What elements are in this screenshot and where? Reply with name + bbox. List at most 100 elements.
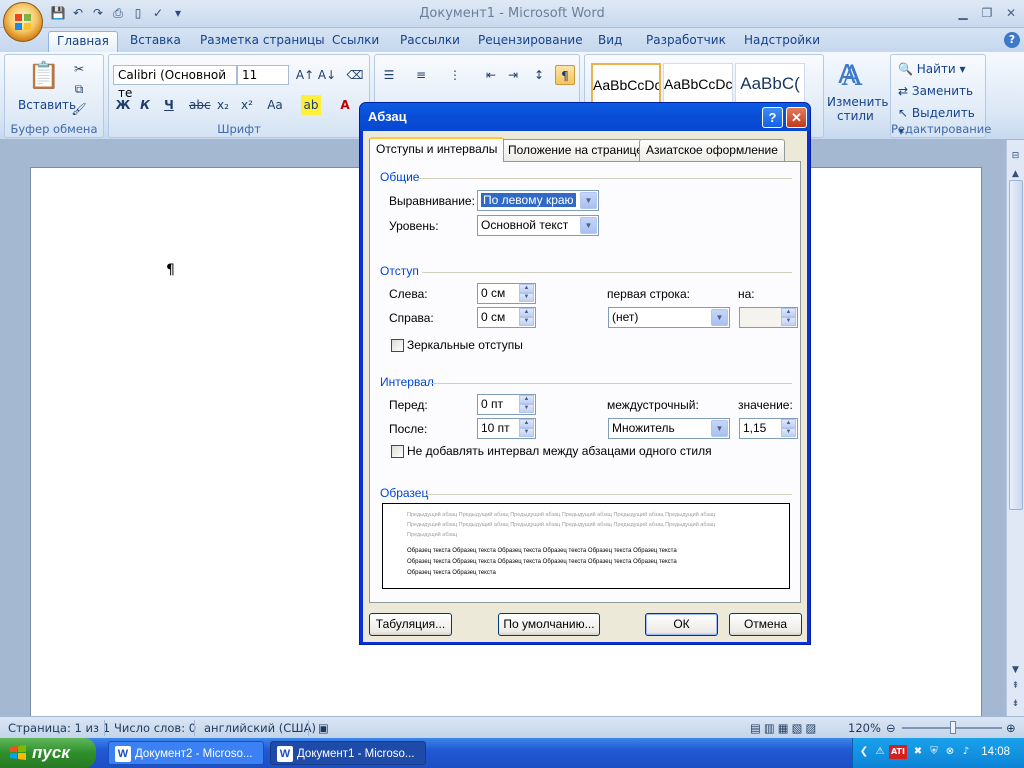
tray-antivirus-icon[interactable]: ✖ <box>911 745 925 759</box>
chevron-down-icon[interactable]: ▼ <box>711 309 728 326</box>
tab-insert[interactable]: Вставка <box>122 31 189 52</box>
spin-up-icon[interactable]: ▲ <box>519 284 534 293</box>
spin-down-icon[interactable]: ▼ <box>781 428 796 437</box>
scroll-thumb[interactable] <box>1009 180 1023 510</box>
change-case-icon[interactable]: Aa <box>265 95 285 115</box>
tab-references[interactable]: Ссылки <box>324 31 387 52</box>
set-default-button[interactable]: По умолчанию... <box>498 613 600 636</box>
show-marks-icon[interactable]: ¶ <box>555 65 575 85</box>
taskbar-item-document2[interactable]: W Документ2 - Microso... <box>108 741 264 765</box>
mirror-indents-label[interactable]: Зеркальные отступы <box>407 338 523 352</box>
spin-up-icon[interactable]: ▲ <box>781 308 796 317</box>
spin-up-icon[interactable]: ▲ <box>781 419 796 428</box>
zoom-slider-thumb[interactable] <box>950 721 956 734</box>
tab-addins[interactable]: Надстройки <box>736 31 828 52</box>
spin-down-icon[interactable]: ▼ <box>519 317 534 326</box>
cancel-button[interactable]: Отмена <box>729 613 802 636</box>
copy-icon[interactable]: ⧉ <box>69 79 89 99</box>
status-language[interactable]: английский (США) <box>204 721 316 735</box>
outline-level-select[interactable]: Основной текст ▼ <box>477 215 599 236</box>
chevron-down-icon[interactable]: ▼ <box>580 217 597 234</box>
tray-ati-icon[interactable]: ATI <box>889 745 907 759</box>
indent-left-spinner[interactable]: 0 см ▲ ▼ <box>477 283 536 304</box>
spin-down-icon[interactable]: ▼ <box>519 428 534 437</box>
spin-up-icon[interactable]: ▲ <box>519 395 534 404</box>
tab-asian-typography[interactable]: Азиатское оформление <box>639 139 785 161</box>
shrink-font-icon[interactable]: A↓ <box>317 65 337 85</box>
status-page[interactable]: Страница: 1 из 1 <box>8 721 110 735</box>
style-card-heading[interactable]: AaBbC( <box>735 63 805 107</box>
grow-font-icon[interactable]: A↑ <box>295 65 315 85</box>
subscript-icon[interactable]: x₂ <box>213 95 233 115</box>
highlight-icon[interactable]: ab <box>301 95 321 115</box>
spacing-after-spinner[interactable]: 10 пт ▲ ▼ <box>477 418 536 439</box>
superscript-icon[interactable]: x² <box>237 95 257 115</box>
indent-by-spinner[interactable]: ▲ ▼ <box>739 307 798 328</box>
alignment-select[interactable]: По левому краю ▼ <box>477 190 599 211</box>
spin-down-icon[interactable]: ▼ <box>519 293 534 302</box>
taskbar-item-document1[interactable]: W Документ1 - Microso... <box>270 741 426 765</box>
spacing-before-spinner[interactable]: 0 пт ▲ ▼ <box>477 394 536 415</box>
bold-icon[interactable]: Ж <box>113 95 133 115</box>
dialog-title-bar[interactable]: Абзац ? ✕ <box>360 103 810 131</box>
chevron-down-icon[interactable]: ▼ <box>711 420 728 437</box>
font-size-combo[interactable]: 11 <box>237 65 289 85</box>
spacing-value-spinner[interactable]: 1,15 ▲ ▼ <box>739 418 798 439</box>
tray-security-icon[interactable]: ⊗ <box>943 745 957 759</box>
zoom-level[interactable]: 120% <box>848 721 881 735</box>
multilevel-list-icon[interactable]: ⋮ <box>445 65 465 85</box>
spin-up-icon[interactable]: ▲ <box>519 419 534 428</box>
ruler-toggle-icon[interactable]: ⊟ <box>1007 148 1024 164</box>
status-words[interactable]: Число слов: 0 <box>114 721 196 735</box>
tray-shield-icon[interactable]: ⛨ <box>927 745 941 759</box>
font-color-icon[interactable]: A <box>335 95 355 115</box>
tab-indents-spacing[interactable]: Отступы и интервалы <box>369 137 505 162</box>
tabs-button[interactable]: Табуляция... <box>369 613 452 636</box>
chevron-down-icon[interactable]: ▼ <box>580 192 597 209</box>
help-icon[interactable]: ? <box>1004 32 1020 48</box>
tray-network-icon[interactable]: ⚠ <box>873 745 887 759</box>
start-button[interactable]: пуск <box>0 738 96 768</box>
tray-volume-icon[interactable]: ♪ <box>959 745 973 759</box>
restore-button[interactable]: ❐ <box>976 4 998 22</box>
spin-up-icon[interactable]: ▲ <box>519 308 534 317</box>
paste-icon[interactable]: 📋 <box>27 59 61 93</box>
clear-formatting-icon[interactable]: ⌫ <box>345 65 365 85</box>
numbering-icon[interactable]: ≡ <box>411 65 431 85</box>
scroll-down-icon[interactable]: ▼ <box>1007 662 1024 678</box>
macro-record-icon[interactable]: ▣ <box>318 721 329 735</box>
find-button[interactable]: 🔍 Найти ▾ <box>897 59 967 79</box>
close-window-button[interactable]: ✕ <box>1000 4 1022 22</box>
decrease-indent-icon[interactable]: ⇤ <box>481 65 501 85</box>
font-name-combo[interactable]: Calibri (Основной те <box>113 65 237 100</box>
tab-home[interactable]: Главная <box>48 31 118 52</box>
replace-button[interactable]: ⇄ Заменить <box>897 81 974 101</box>
styles-big-icon[interactable]: A <box>836 60 868 92</box>
underline-icon[interactable]: Ч <box>159 95 179 115</box>
vertical-scrollbar[interactable]: ⊟ ▲ ▼ ⇞ ⇟ <box>1006 140 1024 716</box>
ok-button[interactable]: ОК <box>645 613 718 636</box>
strikethrough-icon[interactable]: abc <box>189 95 211 115</box>
minimize-button[interactable]: ▁ <box>952 4 974 22</box>
zoom-in-icon[interactable]: ⊕ <box>1006 721 1016 735</box>
office-button[interactable] <box>3 2 43 42</box>
tab-developer[interactable]: Разработчик <box>638 31 734 52</box>
tray-expand-icon[interactable]: ❮ <box>857 745 871 759</box>
dialog-help-button[interactable]: ? <box>762 107 783 128</box>
line-spacing-select[interactable]: Множитель ▼ <box>608 418 730 439</box>
no-space-same-style-checkbox[interactable] <box>391 445 404 458</box>
style-card-normal[interactable]: AaBbCcDc <box>591 63 661 107</box>
increase-indent-icon[interactable]: ⇥ <box>503 65 523 85</box>
view-buttons-icon[interactable]: ▤▥▦▧▨ <box>750 721 819 735</box>
first-line-select[interactable]: (нет) ▼ <box>608 307 730 328</box>
dialog-close-button[interactable]: ✕ <box>786 107 807 128</box>
next-page-icon[interactable]: ⇟ <box>1007 696 1024 712</box>
italic-icon[interactable]: К <box>135 95 155 115</box>
tab-review[interactable]: Рецензирование <box>470 31 591 52</box>
spin-down-icon[interactable]: ▼ <box>781 317 796 326</box>
tab-mailings[interactable]: Рассылки <box>392 31 468 52</box>
tab-view[interactable]: Вид <box>590 31 630 52</box>
zoom-out-icon[interactable]: ⊖ <box>886 721 896 735</box>
cut-icon[interactable]: ✂ <box>69 59 89 79</box>
sort-icon[interactable]: ↕ <box>529 65 549 85</box>
